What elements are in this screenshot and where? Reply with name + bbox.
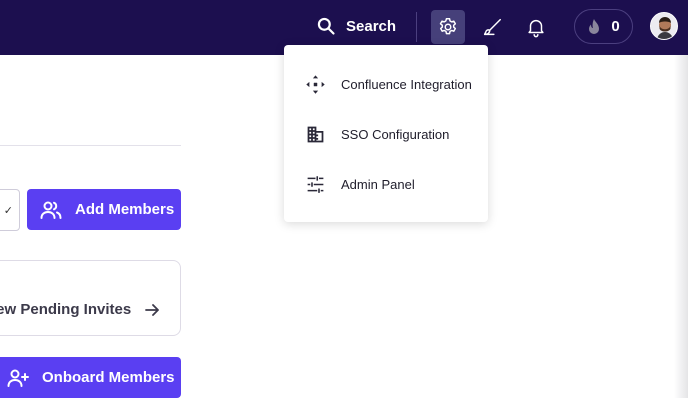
points-badge[interactable]: 0 <box>574 9 633 44</box>
role-select[interactable]: ✓ <box>0 189 20 231</box>
select-chevron-icon: ✓ <box>3 204 13 217</box>
add-members-label: Add Members <box>75 201 175 218</box>
whiteboard-button[interactable] <box>475 10 509 44</box>
arrow-right-icon <box>145 303 160 316</box>
panel-edge-shadow <box>674 55 688 398</box>
settings-button[interactable] <box>431 10 465 44</box>
sliders-icon <box>307 175 324 193</box>
add-user-icon <box>7 369 29 387</box>
pending-invites-label: iew Pending Invites <box>0 301 132 318</box>
section-divider <box>0 145 181 146</box>
flame-icon <box>589 18 600 34</box>
header-divider <box>416 12 417 42</box>
gear-icon <box>439 18 457 35</box>
view-pending-invites-link[interactable]: iew Pending Invites <box>0 301 160 318</box>
notifications-button[interactable] <box>519 10 553 44</box>
menu-item-label: Admin Panel <box>341 176 415 192</box>
move-arrows-icon <box>306 74 325 94</box>
brush-icon <box>483 18 501 36</box>
onboard-members-label: Onboard Members <box>42 369 175 386</box>
pending-invites-card <box>0 260 181 336</box>
user-avatar[interactable] <box>650 12 678 40</box>
bell-icon <box>528 19 544 38</box>
settings-dropdown-menu: Confluence Integration SSO Configuration… <box>284 45 488 222</box>
menu-item-admin-panel[interactable]: Admin Panel <box>284 159 488 209</box>
menu-item-label: Confluence Integration <box>341 76 472 92</box>
building-icon <box>307 126 324 142</box>
menu-item-label: SSO Configuration <box>341 126 450 142</box>
menu-item-sso-configuration[interactable]: SSO Configuration <box>284 109 488 159</box>
add-members-button[interactable]: Add Members <box>27 189 181 230</box>
avatar-image <box>651 13 677 39</box>
search-icon <box>317 17 335 35</box>
onboard-members-button[interactable]: Onboard Members <box>0 357 181 398</box>
search-button[interactable]: Search <box>316 13 396 39</box>
users-icon <box>40 201 62 219</box>
search-label: Search <box>346 17 397 35</box>
points-count: 0 <box>611 18 620 35</box>
menu-item-confluence-integration[interactable]: Confluence Integration <box>284 59 488 109</box>
